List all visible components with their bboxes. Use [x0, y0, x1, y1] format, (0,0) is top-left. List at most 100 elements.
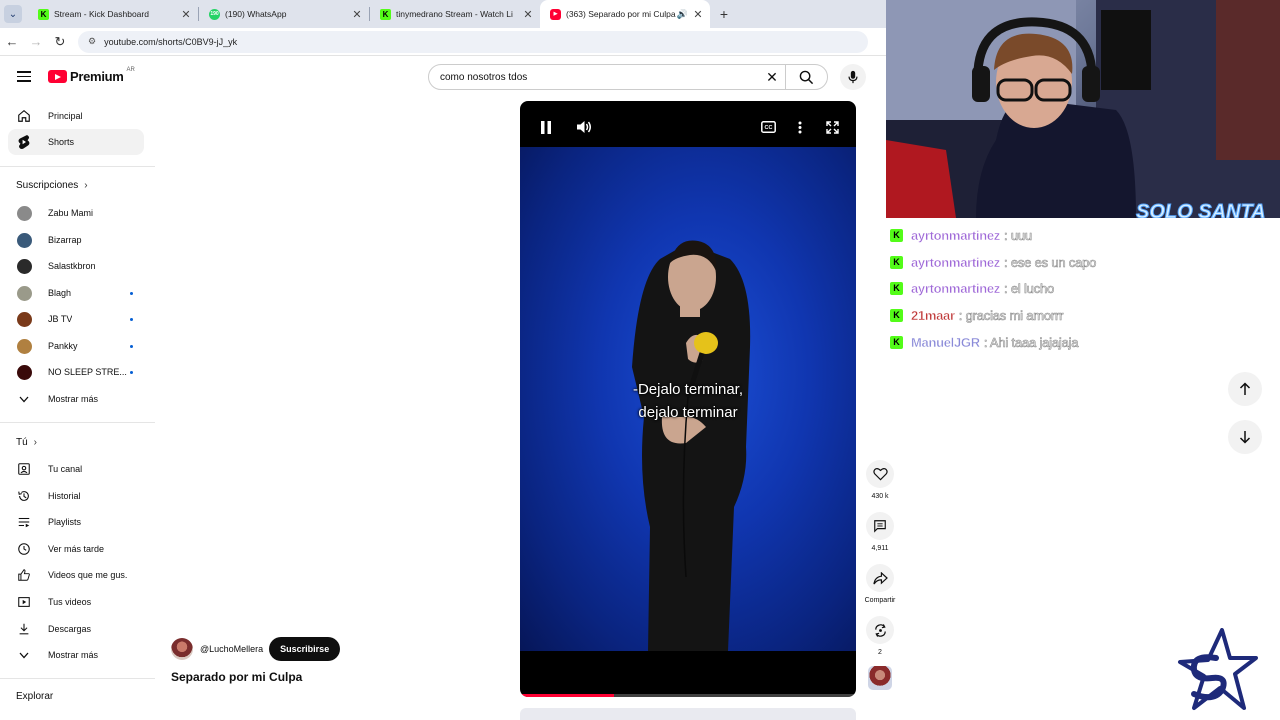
next-short-button[interactable]	[1228, 420, 1262, 454]
sidebar-item-sub[interactable]: NO SLEEP STRE...	[8, 359, 144, 385]
search-button[interactable]	[785, 65, 827, 89]
fullscreen-icon	[825, 120, 839, 134]
sidebar-item-sub[interactable]: Pankky	[8, 333, 144, 359]
forward-arrow-icon[interactable]: →	[24, 34, 48, 49]
sidebar-item-your-channel[interactable]: Tu canal	[8, 456, 144, 482]
star-logo-icon	[1178, 628, 1258, 710]
sidebar-item-liked-videos[interactable]: Videos que me gus...	[8, 562, 144, 588]
channel-avatar-small[interactable]	[868, 666, 892, 690]
sidebar-item-your-videos[interactable]: Tus videos	[8, 589, 144, 615]
clear-icon[interactable]: ✕	[759, 69, 785, 86]
chat-message: K ManuelJGR: Ahi taaa jajajaja	[890, 333, 1079, 351]
comments-button[interactable]	[866, 512, 894, 540]
fullscreen-button[interactable]	[822, 117, 842, 137]
short-title[interactable]: Separado por mi Culpa	[171, 670, 302, 684]
chat-username: ayrtonmartinez	[911, 254, 1001, 270]
menu-icon[interactable]	[17, 71, 31, 82]
sidebar-item-sub[interactable]: Blagh	[8, 280, 144, 306]
subscribe-button[interactable]: Suscribirse	[269, 637, 341, 661]
home-icon	[16, 108, 32, 124]
close-icon[interactable]: ✕	[522, 8, 534, 21]
back-arrow-icon[interactable]: ←	[0, 34, 24, 49]
svg-text:CC: CC	[764, 125, 772, 131]
chat-username: ayrtonmartinez	[911, 280, 1001, 296]
sidebar-item-label: NO SLEEP STRE...	[48, 367, 127, 377]
sidebar-item-sub[interactable]: Salastkbron	[8, 253, 144, 279]
kick-badge-icon: K	[890, 281, 903, 295]
comment-icon	[874, 520, 886, 533]
reload-icon[interactable]: ↻	[48, 34, 72, 50]
share-button[interactable]	[866, 564, 894, 592]
download-icon	[16, 621, 32, 637]
share-label: Compartir	[864, 597, 896, 604]
close-icon[interactable]: ✕	[180, 8, 192, 21]
overlay-logo-text: SOLO SANTA	[1136, 201, 1266, 218]
sidebar-item-sub[interactable]: Zabu Mami	[8, 200, 144, 226]
sidebar-item-label: Zabu Mami	[48, 208, 94, 218]
previous-short-button[interactable]	[1228, 372, 1262, 406]
tab-label: Stream - Kick Dashboard	[54, 9, 149, 19]
sidebar-item-shorts[interactable]: Shorts	[8, 129, 144, 155]
sidebar-divider	[0, 678, 155, 679]
new-content-dot	[130, 291, 133, 295]
chevron-right-icon: ›	[33, 437, 38, 448]
avatar	[17, 311, 32, 327]
remix-button[interactable]	[866, 616, 894, 644]
sidebar-show-more-you[interactable]: Mostrar más	[8, 642, 144, 668]
more-options-button[interactable]	[790, 117, 810, 137]
sidebar-item-sub[interactable]: JB TV	[8, 306, 144, 332]
avatar	[17, 364, 32, 380]
close-icon[interactable]: ✕	[351, 8, 363, 21]
sidebar-item-home[interactable]: Principal	[8, 103, 144, 129]
channel-avatar[interactable]	[171, 638, 193, 660]
subscriptions-heading[interactable]: Suscripciones ›	[16, 180, 88, 191]
subscriptions-title: Suscripciones	[16, 180, 79, 191]
chat-username: ayrtonmartinez	[911, 227, 1001, 243]
heart-icon	[872, 468, 888, 481]
address-bar[interactable]: ⚙ youtube.com/shorts/C0BV9-jJ_yk	[78, 30, 868, 53]
like-button[interactable]	[866, 460, 894, 488]
kick-badge-icon: K	[890, 255, 903, 269]
new-content-dot	[130, 317, 133, 321]
kick-badge-icon: K	[890, 308, 903, 322]
close-icon[interactable]: ✕	[692, 8, 704, 21]
shorts-icon	[16, 134, 32, 150]
site-info-icon[interactable]: ⚙	[88, 36, 96, 47]
channel-handle[interactable]: @LuchoMellera	[200, 644, 263, 654]
sidebar-item-label: Blagh	[48, 288, 72, 298]
youtube-logo[interactable]: Premium AR	[48, 67, 135, 84]
remix-count: 2	[878, 649, 882, 656]
voice-search-button[interactable]	[840, 64, 866, 90]
volume-button[interactable]	[574, 117, 594, 137]
new-tab-button[interactable]: +	[714, 6, 734, 22]
new-content-dot	[130, 370, 133, 374]
tab-whatsapp[interactable]: 190 (190) WhatsApp ✕	[199, 0, 369, 28]
sidebar-item-downloads[interactable]: Descargas	[8, 616, 144, 642]
speaker-icon[interactable]: 🔊	[677, 9, 688, 20]
tab-youtube-short[interactable]: ▶ (363) Separado por mi Culpa 🔊 ✕	[540, 0, 710, 28]
sidebar-item-sub[interactable]: Bizarrap	[8, 227, 144, 253]
share-icon	[872, 571, 888, 585]
sidebar-show-more-subs[interactable]: Mostrar más	[8, 386, 144, 412]
video-progress-bar[interactable]	[520, 694, 856, 697]
sidebar-item-label: Shorts	[48, 137, 75, 147]
pause-button[interactable]	[536, 117, 556, 137]
captions-button[interactable]: CC	[758, 117, 778, 137]
search-box[interactable]: como nosotros tdos ✕	[428, 64, 828, 90]
browser-toolbar: ← → ↻ ⚙ youtube.com/shorts/C0BV9-jJ_yk	[0, 28, 886, 56]
channel-icon	[16, 461, 32, 477]
tab-kick-stream[interactable]: K tinymedrano Stream - Watch Li ✕	[370, 0, 540, 28]
you-heading[interactable]: Tú ›	[16, 437, 37, 448]
sidebar-item-playlists[interactable]: Playlists	[8, 509, 144, 535]
arrow-up-icon	[1239, 382, 1251, 395]
chat-username: 21maar	[911, 307, 955, 323]
sidebar-item-history[interactable]: Historial	[8, 483, 144, 509]
next-short-preview[interactable]	[520, 708, 856, 720]
short-video-player[interactable]: CC -Dejalo terminar, dejalo terminar	[520, 101, 856, 697]
sidebar-item-watch-later[interactable]: Ver más tarde	[8, 536, 144, 562]
tab-kick-dashboard[interactable]: K Stream - Kick Dashboard ✕	[28, 0, 198, 28]
search-input[interactable]: como nosotros tdos	[429, 72, 759, 83]
playlist-icon	[16, 514, 32, 530]
pause-icon	[541, 120, 551, 134]
tab-search-button[interactable]: ⌄	[4, 5, 22, 23]
